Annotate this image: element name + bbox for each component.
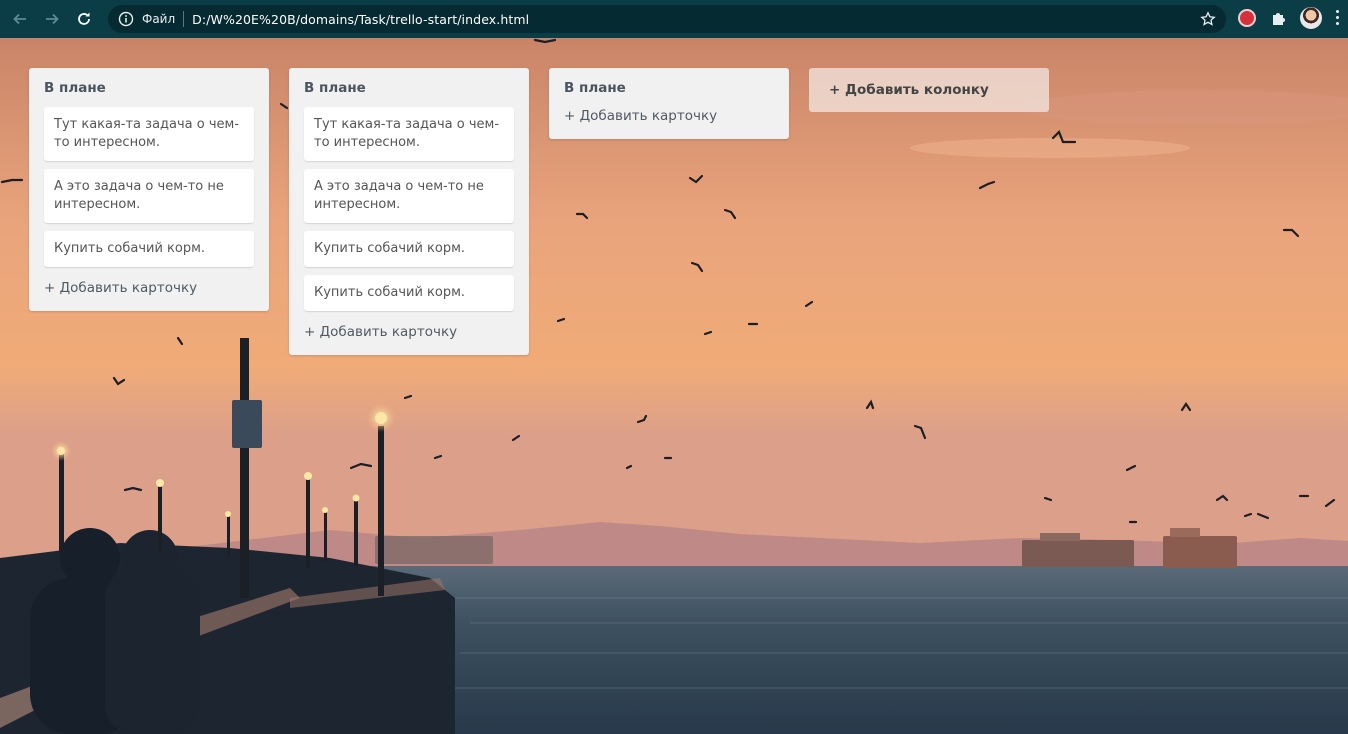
add-column-button[interactable]: + Добавить колонку <box>809 68 1049 112</box>
task-card[interactable]: Тут какая-та задача о чем-то интересном. <box>304 107 514 161</box>
address-bar[interactable]: Файл D:/W%20E%20B/domains/Task/trello-st… <box>108 5 1226 33</box>
task-card[interactable]: Тут какая-та задача о чем-то интересном. <box>44 107 254 161</box>
extension-adblock-icon[interactable] <box>1238 9 1256 27</box>
forward-button[interactable] <box>38 5 66 33</box>
column-title[interactable]: В плане <box>564 80 774 96</box>
column-1: В плане Тут какая-та задача о чем-то инт… <box>29 68 269 311</box>
task-card[interactable]: Купить собачий корм. <box>304 275 514 311</box>
column-title[interactable]: В плане <box>304 80 514 96</box>
file-label: Файл <box>142 12 176 26</box>
reload-icon <box>78 12 90 25</box>
task-card[interactable]: А это задача о чем-то не интересном. <box>44 169 254 223</box>
column-3: В плане + Добавить карточку <box>549 68 789 139</box>
kanban-board: В плане Тут какая-та задача о чем-то инт… <box>29 68 1049 355</box>
column-title[interactable]: В плане <box>44 80 254 96</box>
task-card[interactable]: Купить собачий корм. <box>44 231 254 267</box>
browser-toolbar: Файл D:/W%20E%20B/domains/Task/trello-st… <box>0 0 1348 38</box>
info-icon[interactable] <box>118 11 134 27</box>
back-button[interactable] <box>6 5 34 33</box>
profile-avatar[interactable] <box>1300 7 1322 29</box>
url-text[interactable]: D:/W%20E%20B/domains/Task/trello-start/i… <box>192 12 529 27</box>
omnibox-separator <box>183 11 185 27</box>
add-card-button[interactable]: + Добавить карточку <box>564 107 774 125</box>
task-card[interactable]: Купить собачий корм. <box>304 231 514 267</box>
task-card[interactable]: А это задача о чем-то не интересном. <box>304 169 514 223</box>
bookmark-star-icon[interactable] <box>1200 11 1216 27</box>
column-2: В плане Тут какая-та задача о чем-то инт… <box>289 68 529 355</box>
reload-button[interactable] <box>70 5 98 33</box>
extensions-puzzle-icon[interactable] <box>1270 9 1288 27</box>
arrow-right-icon <box>46 13 59 25</box>
add-card-button[interactable]: + Добавить карточку <box>44 279 254 297</box>
arrow-left-icon <box>13 13 26 25</box>
browser-menu-icon[interactable] <box>1336 10 1340 28</box>
add-card-button[interactable]: + Добавить карточку <box>304 323 514 341</box>
